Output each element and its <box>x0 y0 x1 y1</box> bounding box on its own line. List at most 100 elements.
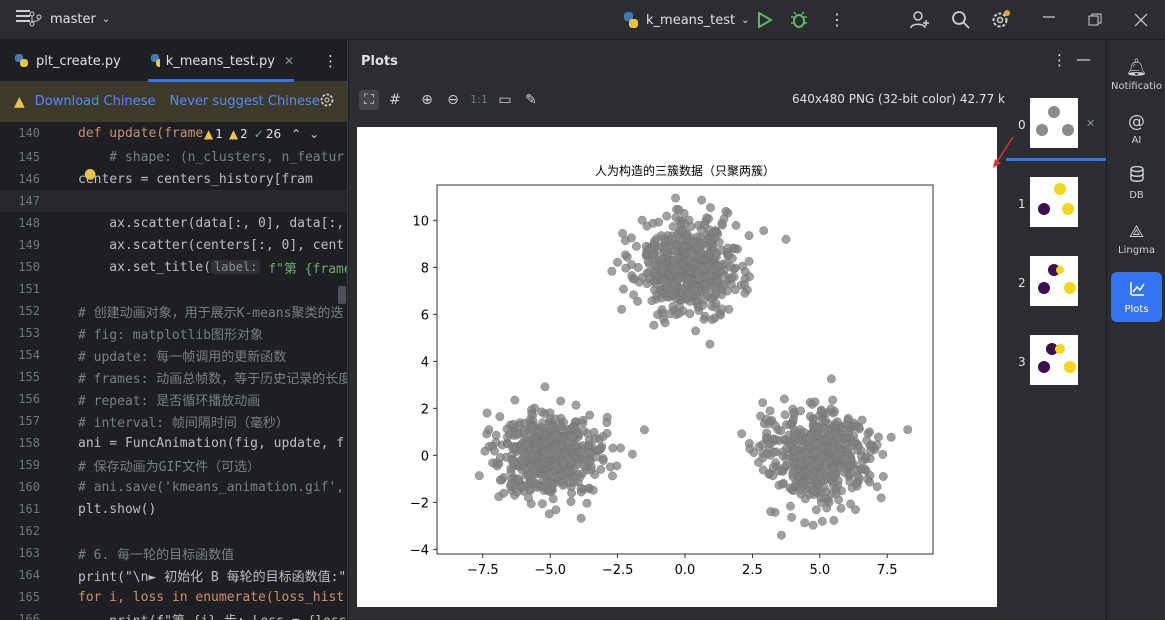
code-line[interactable]: 163 # 6. 每一轮的目标函数值 <box>0 542 347 564</box>
scatter-point <box>514 421 524 431</box>
close-thumbnail-icon[interactable]: ✕ <box>1086 117 1095 130</box>
thumbnail-0[interactable]: 0 ✕ <box>1006 92 1106 162</box>
scatter-point <box>796 458 806 468</box>
scatter-point <box>523 493 533 502</box>
scatter-point <box>571 440 581 449</box>
add-user-icon[interactable] <box>910 10 930 30</box>
minimize-window-icon[interactable] <box>1042 10 1056 24</box>
db-tool[interactable]: DB <box>1111 158 1162 208</box>
code-line[interactable]: 151 <box>0 278 347 300</box>
gear-icon[interactable] <box>319 92 335 112</box>
code-line[interactable]: 156 # repeat: 是否循环播放动画 <box>0 388 347 410</box>
actual-size-button[interactable]: 1:1 <box>469 90 489 110</box>
code-text: print("\n► 初始化 B 每轮的目标函数值:" <box>78 569 347 585</box>
more-options-icon[interactable]: ⋮ <box>1052 51 1067 69</box>
scatter-point <box>685 309 695 319</box>
code-line[interactable]: 155 # frames: 动画总帧数，等于历史记录的长度 <box>0 366 347 388</box>
scatter-point <box>539 453 549 463</box>
notifications-tool[interactable]: 🔔︎ Notifications <box>1111 50 1162 100</box>
thumbnail-2[interactable]: 2 <box>1006 250 1106 320</box>
scatter-point <box>662 211 672 221</box>
scatter-point <box>567 488 577 498</box>
code-line[interactable]: 160 # ani.save('kmeans_animation.gif', <box>0 476 347 498</box>
scatter-point <box>813 430 823 440</box>
debug-button[interactable] <box>790 11 808 29</box>
tab-plt-create[interactable]: plt_create.py <box>14 40 139 82</box>
scatter-point <box>530 465 540 475</box>
thumbnail-3[interactable]: 3 <box>1006 329 1106 399</box>
code-line[interactable]: 146 centers = centers_history[fram <box>0 168 347 190</box>
code-text: print(f"第 {i} 步: Loss = {loss <box>78 610 346 620</box>
scatter-point <box>650 278 660 288</box>
tabs-more-icon[interactable]: ⋮ <box>323 40 338 82</box>
settings-gear-icon[interactable] <box>990 10 1010 30</box>
close-window-icon[interactable] <box>1134 13 1148 27</box>
run-button[interactable] <box>757 11 773 29</box>
code-line[interactable]: 150 ax.set_title(label: f"第 {frame <box>0 256 347 278</box>
run-config-selector[interactable]: k_means_test ⌄ <box>622 11 750 29</box>
fit-zoom-icon[interactable]: ⛶ <box>359 89 379 110</box>
scatter-point <box>541 437 551 447</box>
code-line[interactable]: 161 plt.show() <box>0 498 347 520</box>
download-chinese-link[interactable]: Download Chinese <box>35 94 156 109</box>
scatter-point <box>808 520 818 530</box>
code-line[interactable]: 162 <box>0 520 347 542</box>
branch-selector[interactable]: master ⌄ <box>28 11 110 27</box>
tab-k-means-test[interactable]: k_means_test.py ✕ <box>148 40 294 82</box>
code-line[interactable]: 147 <box>0 190 347 212</box>
search-icon[interactable] <box>951 10 971 30</box>
code-line[interactable]: 149 ax.scatter(centers[:, 0], cent <box>0 234 347 256</box>
thumbnail-image <box>1030 256 1078 306</box>
scatter-point <box>597 442 607 451</box>
restore-window-icon[interactable] <box>1088 13 1102 27</box>
image-icon[interactable]: ▭ <box>495 90 515 110</box>
scatter-point <box>697 195 706 205</box>
thumbnail-1[interactable]: 1 <box>1006 171 1106 241</box>
zoom-in-icon[interactable]: ⊕ <box>417 90 437 110</box>
scatter-point <box>806 462 816 472</box>
code-line[interactable]: 153 # fig: matplotlib图形对象 <box>0 322 347 344</box>
tab-label: k_means_test.py <box>165 53 275 69</box>
scatter-point <box>857 456 867 466</box>
code-line[interactable]: 157 # interval: 帧间隔时间（毫秒） <box>0 410 347 432</box>
chevron-up-icon[interactable]: ⌃ <box>291 127 301 141</box>
scatter-point <box>512 430 522 440</box>
more-actions-icon[interactable]: ⋮ <box>829 10 845 29</box>
scatter-point <box>843 413 853 423</box>
code-line[interactable]: 148 ax.scatter(data[:, 0], data[:, <box>0 212 347 234</box>
ai-tool[interactable]: @ AI <box>1111 104 1162 154</box>
never-suggest-link[interactable]: Never suggest Chinese <box>169 94 319 109</box>
scatter-point <box>713 275 723 285</box>
plots-tool[interactable]: Plots <box>1111 272 1162 322</box>
line-number: 162 <box>18 524 40 538</box>
lingma-tool[interactable]: ⟁ Lingma <box>1111 214 1162 264</box>
code-line[interactable]: 166 print(f"第 {i} 步: Loss = {loss <box>0 608 347 620</box>
code-line[interactable]: 145 # shape: (n_clusters, n_featur <box>0 146 347 168</box>
scrollbar-thumb[interactable] <box>338 286 346 304</box>
line-number: 158 <box>18 436 40 450</box>
code-text: # shape: (n_clusters, n_featur <box>78 149 345 165</box>
code-line[interactable]: 159 # 保存动画为GIF文件（可选） <box>0 454 347 476</box>
scatter-point <box>637 215 647 225</box>
x-tick-label: 5.0 <box>809 563 830 578</box>
code-area[interactable]: 140 def update(frame 145 # shape: (n_clust… <box>0 122 347 620</box>
chevron-down-icon[interactable]: ⌄ <box>309 127 319 141</box>
code-line[interactable]: 164 print("\n► 初始化 B 每轮的目标函数值:" <box>0 564 347 586</box>
scatter-point <box>495 412 505 421</box>
line-number: 140 <box>18 126 40 140</box>
close-tab-icon[interactable]: ✕ <box>284 54 294 68</box>
intention-bulb-icon[interactable]: ● <box>84 166 96 182</box>
code-line[interactable]: 165 for i, loss in enumerate(loss_hist <box>0 586 347 608</box>
zoom-out-icon[interactable]: ⊖ <box>443 90 463 110</box>
color-picker-icon[interactable]: ✎ <box>521 90 541 110</box>
code-text: ax.set_title( <box>78 259 212 275</box>
hide-panel-icon[interactable]: — <box>1076 50 1091 68</box>
scatter-point <box>551 414 560 424</box>
scatter-point <box>812 439 822 449</box>
inspection-widget[interactable]: ▲ 1 ▲ 2 ✓ 26 ⌃ ⌄ <box>204 123 347 145</box>
code-line[interactable]: 152 # 创建动画对象，用于展示K-means聚类的迭 <box>0 300 347 322</box>
scatter-point <box>586 465 596 475</box>
grid-icon[interactable]: # <box>385 90 405 110</box>
code-line[interactable]: 154 # update: 每一帧调用的更新函数 <box>0 344 347 366</box>
code-line[interactable]: 158 ani = FuncAnimation(fig, update, f <box>0 432 347 454</box>
